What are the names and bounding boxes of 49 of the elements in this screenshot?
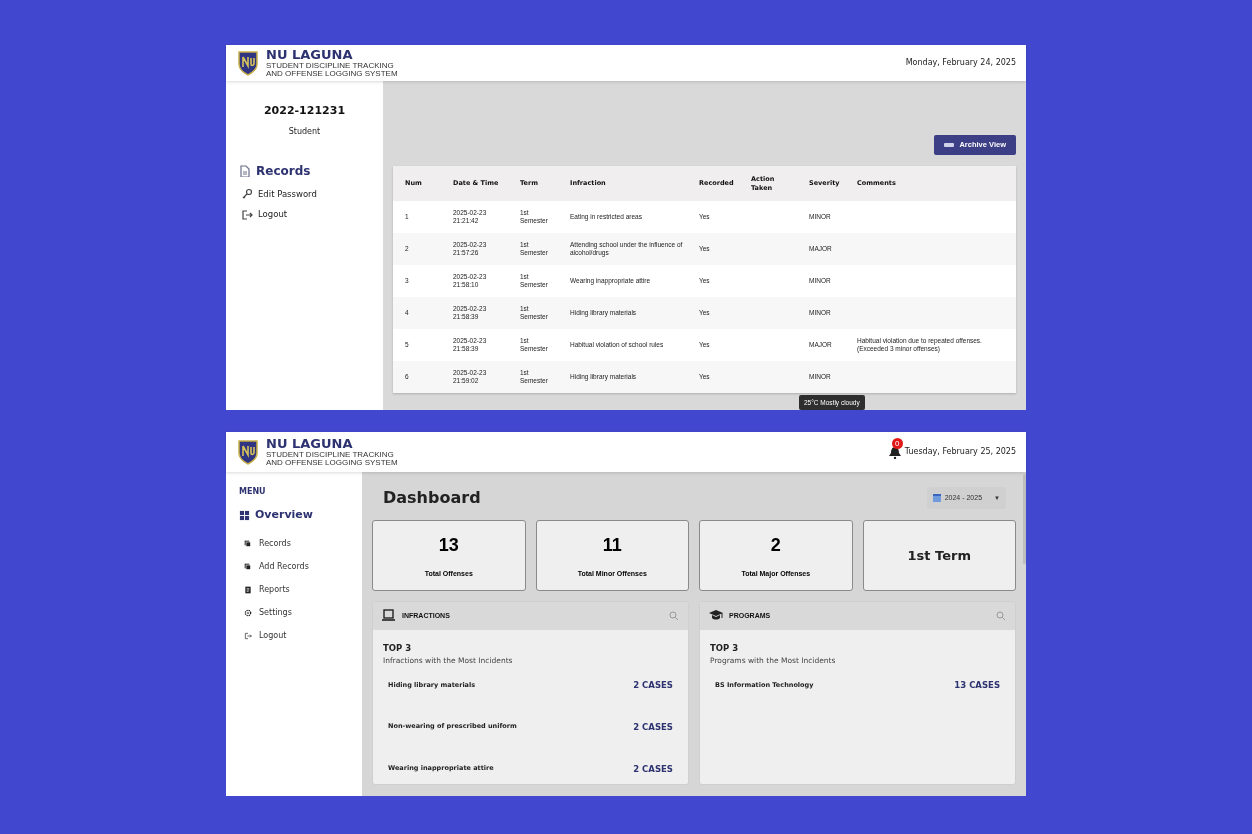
brand-subtitle: STUDENT DISCIPLINE TRACKING xyxy=(266,62,395,70)
calendar-icon xyxy=(932,494,941,502)
brand-subtitle: AND OFFENSE LOGGING SYSTEM xyxy=(266,70,398,78)
grid-icon xyxy=(239,509,250,521)
copy-icon xyxy=(244,562,252,571)
case-count: 2 CASES xyxy=(633,679,673,692)
panel-heading: TOP 3 xyxy=(710,642,740,655)
student-id: 2022-121231 xyxy=(263,103,346,119)
stat-value: 2 xyxy=(770,533,781,557)
role-label: Student xyxy=(288,125,321,138)
stat-value: 13 xyxy=(438,533,459,557)
logo-icon xyxy=(236,439,260,465)
bell-icon xyxy=(888,446,901,459)
sidebar-link[interactable]: Logout xyxy=(239,208,383,221)
notification-badge: 0 xyxy=(891,438,903,449)
brand-subtitle: AND OFFENSE LOGGING SYSTEM xyxy=(266,459,398,467)
settings-icon xyxy=(244,608,252,617)
term-value: 1st Term xyxy=(907,546,971,565)
sidebar-link[interactable]: Reports xyxy=(239,583,362,596)
sidebar-link[interactable]: Records xyxy=(239,161,383,180)
case-count: 13 CASES xyxy=(954,679,1000,692)
dashboard-title: Dashboard xyxy=(383,487,481,509)
menu-heading: MENU xyxy=(239,486,267,498)
search-icon[interactable] xyxy=(996,611,1006,621)
logout-icon xyxy=(241,208,253,221)
brand-name: NU LAGUNA xyxy=(266,48,354,61)
sidebar-link[interactable]: Overview xyxy=(239,507,362,524)
key-icon xyxy=(241,187,253,200)
stat-value: 11 xyxy=(602,533,622,557)
case-count: 2 CASES xyxy=(633,762,673,776)
logout-icon xyxy=(244,631,252,640)
logo-icon xyxy=(236,50,260,76)
sidebar-link[interactable]: Settings xyxy=(239,606,362,619)
report-icon xyxy=(244,585,252,594)
panel-heading: TOP 3 xyxy=(383,642,413,655)
sidebar-link[interactable]: Logout xyxy=(239,629,362,642)
search-icon[interactable] xyxy=(669,611,679,621)
minus-icon xyxy=(944,143,955,147)
sidebar-link[interactable]: Edit Password xyxy=(239,187,383,201)
document-icon xyxy=(239,164,251,177)
laptop-icon xyxy=(382,609,396,623)
sidebar-link[interactable]: Records xyxy=(239,537,362,550)
sidebar-link[interactable]: Add Records xyxy=(239,560,362,573)
brand-subtitle: STUDENT DISCIPLINE TRACKING xyxy=(266,451,395,459)
copy-icon xyxy=(244,539,252,548)
case-count: 2 CASES xyxy=(633,720,673,734)
brand-name: NU LAGUNA xyxy=(266,437,354,450)
date-text: Monday, February 24, 2025 xyxy=(905,57,1016,69)
date-text: Tuesday, February 25, 2025 xyxy=(904,446,1016,458)
